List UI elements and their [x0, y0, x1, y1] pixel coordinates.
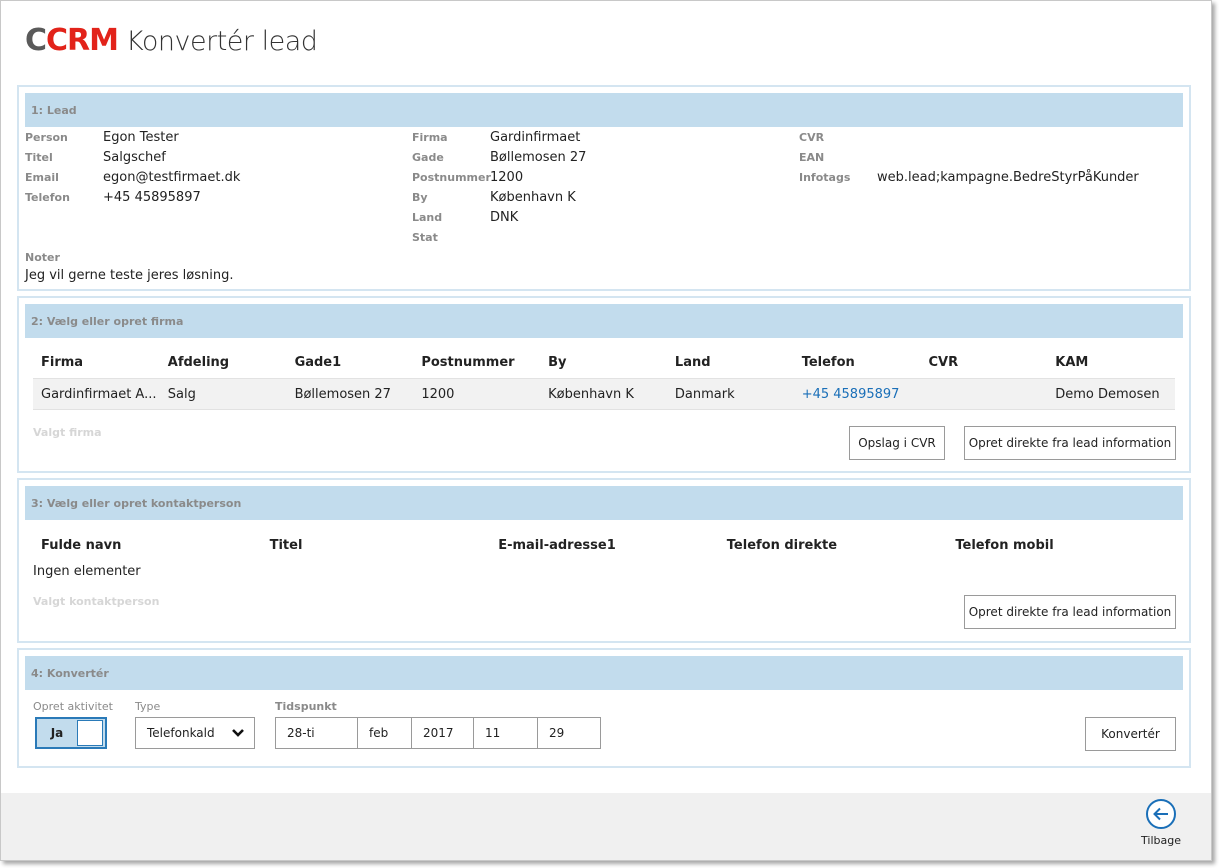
lead-phone-label: Telefon	[25, 191, 70, 204]
contact-table: Fulde navn Titel E-mail-adresse1 Telefon…	[33, 529, 1175, 561]
lead-person-value: Egon Tester	[103, 130, 179, 145]
convert-button[interactable]: Konvertér	[1085, 717, 1176, 751]
lead-city-value: København K	[490, 190, 576, 205]
time-label: Tidspunkt	[275, 700, 337, 713]
convert-section-heading: 4: Konvertér	[25, 656, 1183, 690]
hour-picker[interactable]: 11	[474, 718, 538, 748]
contact-section-heading: 3: Vælg eller opret kontaktperson	[25, 486, 1183, 520]
activity-type-value: Telefonkald	[147, 726, 215, 740]
table-cell: 1200	[421, 386, 455, 402]
lead-phone-value: +45 45895897	[103, 190, 201, 205]
page-header: CCRM Konvertér lead	[25, 23, 318, 59]
toggle-knob	[77, 720, 103, 746]
cvr-lookup-button[interactable]: Opslag i CVR	[849, 426, 945, 460]
lead-street-label: Gade	[412, 151, 444, 164]
chevron-down-icon	[232, 729, 244, 737]
lead-infotags-value: web.lead;kampagne.BedreStyrPåKunder	[877, 170, 1139, 185]
column-header[interactable]: Telefon mobil	[947, 538, 1175, 553]
column-header[interactable]: KAM	[1047, 355, 1175, 370]
selected-contact-label: Valgt kontaktperson	[33, 595, 160, 608]
column-header[interactable]: Gade1	[287, 355, 414, 370]
type-label: Type	[135, 700, 161, 713]
lead-postal-value: 1200	[490, 170, 524, 185]
lead-infotags-label: Infotags	[799, 171, 851, 184]
lead-state-label: Stat	[412, 231, 438, 244]
bottom-app-bar	[1, 793, 1211, 860]
column-header[interactable]: E-mail-adresse1	[490, 538, 719, 553]
activity-type-select[interactable]: Telefonkald	[135, 717, 255, 749]
datetime-picker: 28-ti feb 2017 11 29	[275, 717, 601, 749]
lead-title-label: Titel	[25, 151, 53, 164]
lead-company-label: Firma	[412, 131, 448, 144]
ccrm-logo: CCRM	[25, 23, 119, 58]
lead-city-label: By	[412, 191, 428, 204]
selected-company-label: Valgt firma	[33, 426, 102, 439]
lead-email-label: Email	[25, 171, 59, 184]
column-header[interactable]: Postnummer	[413, 355, 540, 370]
column-header[interactable]: Land	[667, 355, 794, 370]
lead-cvr-label: CVR	[799, 131, 825, 144]
convert-section: 4: Konvertér Opret aktivitet Ja Type Tel…	[17, 648, 1191, 768]
lead-section-heading: 1: Lead	[25, 93, 1183, 127]
create-company-from-lead-button[interactable]: Opret direkte fra lead information	[964, 426, 1176, 460]
company-section: 2: Vælg eller opret firma Firma Afdeling…	[17, 296, 1191, 473]
table-cell: Salg	[167, 386, 196, 402]
table-cell: Danmark	[674, 386, 735, 402]
column-header[interactable]: CVR	[920, 355, 1047, 370]
column-header[interactable]: Afdeling	[160, 355, 287, 370]
column-header[interactable]: Telefon direkte	[719, 538, 948, 553]
lead-ean-label: EAN	[799, 151, 825, 164]
contact-table-header: Fulde navn Titel E-mail-adresse1 Telefon…	[33, 529, 1175, 561]
column-header[interactable]: By	[540, 355, 667, 370]
lead-notes-label: Noter	[25, 251, 60, 264]
column-header[interactable]: Telefon	[794, 355, 921, 370]
contact-section: 3: Vælg eller opret kontaktperson Fulde …	[17, 478, 1191, 643]
table-row[interactable]: Gardinfirmaet A... Salg Bøllemosen 27 12…	[33, 378, 1175, 410]
table-cell: Demo Demosen	[1055, 386, 1160, 402]
lead-country-label: Land	[412, 211, 443, 224]
lead-notes-value: Jeg vil gerne teste jeres løsning.	[25, 268, 234, 283]
back-arrow-icon	[1146, 799, 1176, 829]
company-section-heading: 2: Vælg eller opret firma	[25, 304, 1183, 338]
column-header[interactable]: Titel	[262, 538, 491, 553]
create-contact-from-lead-button[interactable]: Opret direkte fra lead information	[964, 595, 1176, 629]
lead-country-value: DNK	[490, 210, 519, 225]
company-table: Firma Afdeling Gade1 Postnummer By Land …	[33, 346, 1175, 410]
table-cell: Bøllemosen 27	[294, 386, 391, 402]
lead-person-label: Person	[25, 131, 68, 144]
page-title: Konvertér lead	[126, 25, 318, 57]
empty-list-text: Ingen elementer	[33, 564, 141, 579]
app-window: CCRM Konvertér lead 1: Lead Person Egon …	[0, 0, 1212, 861]
create-activity-label: Opret aktivitet	[33, 700, 113, 713]
lead-street-value: Bøllemosen 27	[490, 150, 587, 165]
month-picker[interactable]: feb	[358, 718, 412, 748]
toggle-state-text: Ja	[50, 726, 64, 740]
column-header[interactable]: Fulde navn	[33, 538, 262, 553]
back-button[interactable]: Tilbage	[1139, 798, 1183, 847]
lead-title-value: Salgschef	[103, 150, 166, 165]
day-picker[interactable]: 28-ti	[276, 718, 358, 748]
lead-company-value: Gardinfirmaet	[490, 130, 581, 145]
table-cell: Gardinfirmaet A...	[41, 386, 157, 402]
create-activity-toggle[interactable]: Ja	[35, 717, 107, 749]
back-label: Tilbage	[1141, 834, 1181, 847]
table-cell: København K	[548, 386, 634, 402]
year-picker[interactable]: 2017	[412, 718, 474, 748]
company-table-header: Firma Afdeling Gade1 Postnummer By Land …	[33, 346, 1175, 378]
lead-postal-label: Postnummer	[412, 171, 491, 184]
lead-section: 1: Lead Person Egon Tester Titel Salgsch…	[17, 85, 1191, 291]
minute-picker[interactable]: 29	[538, 718, 600, 748]
lead-email-value: egon@testfirmaet.dk	[103, 170, 241, 185]
column-header[interactable]: Firma	[33, 355, 160, 370]
phone-link[interactable]: +45 45895897	[794, 387, 921, 402]
